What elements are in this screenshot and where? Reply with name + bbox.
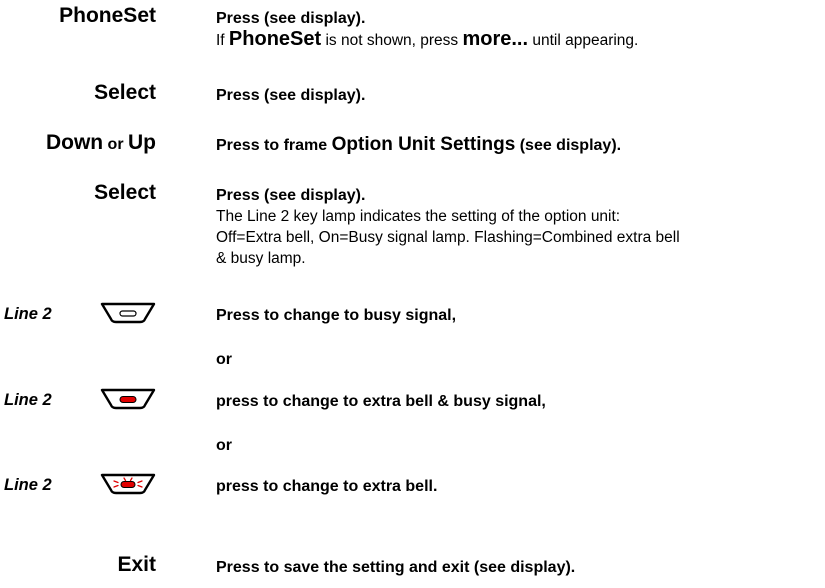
select-key-label: Select	[94, 81, 156, 104]
down-or-up-instruction: Press to frame Option Unit Settings (see…	[216, 134, 621, 156]
line2-label-on: Line 2	[4, 391, 52, 409]
select-instruction-2: Press (see display).	[216, 187, 366, 204]
option-unit-note-line2: Off=Extra bell, On=Busy signal lamp. Fla…	[216, 229, 680, 246]
phoneset-note-key: PhoneSet	[228, 28, 322, 50]
exit-instruction: Press to save the setting and exit (see …	[216, 559, 576, 576]
phoneset-note-middle: is not shown, press	[321, 32, 463, 49]
or-separator-2: or	[216, 437, 232, 454]
phoneset-note-suffix: until appearing.	[528, 32, 639, 49]
or-separator-1: or	[216, 351, 232, 368]
option-unit-note: The Line 2 key lamp indicates the settin…	[216, 206, 680, 269]
key-lamp-off-icon	[100, 302, 156, 324]
key-lamp-flashing-icon	[100, 473, 156, 495]
line2-label-off: Line 2	[4, 305, 52, 323]
option-unit-note-line1: The Line 2 key lamp indicates the settin…	[216, 208, 621, 225]
phoneset-note-more: more...	[462, 28, 529, 50]
phoneset-note: If PhoneSet is not shown, press more... …	[216, 29, 638, 51]
exit-key-label: Exit	[117, 553, 156, 576]
phoneset-key-label: PhoneSet	[59, 4, 156, 27]
line2-label-flashing: Line 2	[4, 476, 52, 494]
key-lamp-on-icon	[100, 388, 156, 410]
up-key-label: Up	[128, 131, 156, 154]
menu-option-name: Option Unit Settings	[331, 134, 516, 155]
line2-on-instruction: press to change to extra bell & busy sig…	[216, 393, 546, 410]
phoneset-instruction: Press (see display).	[216, 10, 366, 27]
phoneset-note-prefix: If	[216, 32, 229, 49]
down-or-up-instruction-suffix: (see display).	[515, 137, 622, 154]
or-connector: or	[103, 136, 128, 153]
select-key-label-2: Select	[94, 181, 156, 204]
option-unit-note-line3: & busy lamp.	[216, 250, 306, 267]
line2-flashing-instruction: press to change to extra bell.	[216, 478, 438, 495]
select-instruction: Press (see display).	[216, 87, 366, 104]
line2-off-instruction: Press to change to busy signal,	[216, 307, 457, 324]
down-or-up-key-label: Down or Up	[46, 131, 156, 155]
down-key-label: Down	[45, 131, 104, 154]
down-or-up-instruction-prefix: Press to frame	[216, 137, 332, 154]
